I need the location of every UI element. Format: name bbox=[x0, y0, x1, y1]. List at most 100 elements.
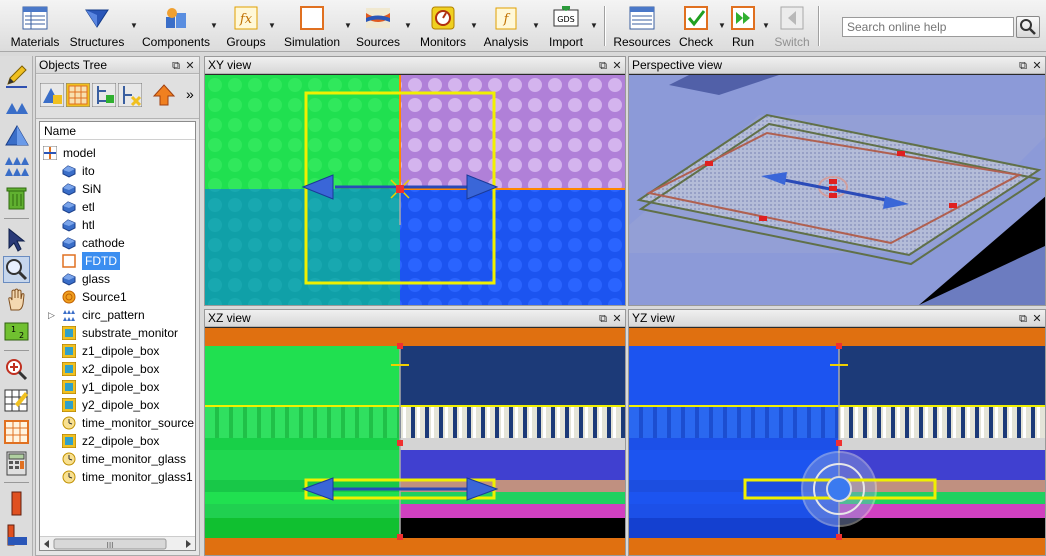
edit-pencil-icon[interactable] bbox=[3, 62, 30, 89]
horizontal-scrollbar[interactable]: III bbox=[40, 536, 195, 550]
float-button[interactable]: ⧉ bbox=[597, 58, 609, 74]
close-button[interactable]: ✕ bbox=[611, 311, 623, 327]
tree-item-htl[interactable]: htl bbox=[40, 216, 195, 234]
search-input[interactable] bbox=[842, 17, 1014, 37]
tree-item-z2-dipole-box[interactable]: z2_dipole_box bbox=[40, 432, 195, 450]
import-label: Import bbox=[548, 35, 583, 49]
svg-text:III: III bbox=[106, 541, 113, 550]
zoom-extent-icon[interactable] bbox=[3, 356, 30, 383]
resources-button[interactable]: Resources bbox=[613, 2, 671, 50]
groups-dropdown-arrow[interactable]: ▼ bbox=[268, 22, 276, 30]
components-dropdown-arrow[interactable]: ▼ bbox=[210, 22, 218, 30]
source-dipole-dot[interactable] bbox=[826, 476, 852, 502]
add-structure-icon[interactable] bbox=[40, 83, 64, 107]
ruler-icon[interactable]: 12 bbox=[3, 318, 30, 345]
close-button[interactable]: ✕ bbox=[1031, 311, 1043, 327]
trash-icon[interactable] bbox=[3, 184, 30, 211]
vertical-bar-icon[interactable] bbox=[3, 490, 30, 517]
tree-item-x2-dipole-box[interactable]: x2_dipole_box bbox=[40, 360, 195, 378]
analysis-dropdown-arrow[interactable]: ▼ bbox=[532, 22, 540, 30]
add-to-group-icon[interactable] bbox=[92, 83, 116, 107]
pyramid-array-icon[interactable] bbox=[3, 152, 30, 179]
handle-marker[interactable] bbox=[397, 440, 403, 446]
yz-canvas[interactable] bbox=[629, 328, 1046, 556]
group-icon[interactable] bbox=[66, 83, 90, 107]
tree-item-source1[interactable]: Source1 bbox=[40, 288, 195, 306]
xz-layer bbox=[400, 450, 625, 480]
tree-item-glass[interactable]: glass bbox=[40, 270, 195, 288]
check-dropdown-arrow[interactable]: ▼ bbox=[718, 22, 726, 30]
tree-item-cathode[interactable]: cathode bbox=[40, 234, 195, 252]
calculator-icon[interactable] bbox=[3, 450, 30, 477]
tree-column-header[interactable]: Name bbox=[40, 122, 195, 140]
tool-separator bbox=[4, 350, 29, 351]
tree-item-time-monitor-source[interactable]: time_monitor_source bbox=[40, 414, 195, 432]
sources-dropdown-arrow[interactable]: ▼ bbox=[404, 22, 412, 30]
pyramid-icon[interactable] bbox=[3, 122, 30, 149]
structures-dropdown-arrow[interactable]: ▼ bbox=[130, 22, 138, 30]
source-marker[interactable] bbox=[396, 185, 404, 193]
pan-hand-icon[interactable] bbox=[3, 286, 30, 313]
tree-item-y2-dipole-box[interactable]: y2_dipole_box bbox=[40, 396, 195, 414]
more-tools-chevron[interactable]: » bbox=[186, 86, 194, 102]
handle-marker[interactable] bbox=[836, 343, 842, 349]
close-button[interactable]: ✕ bbox=[184, 58, 196, 74]
monitor-icon bbox=[61, 361, 77, 377]
left-tool-column: 12 bbox=[0, 56, 33, 556]
expand-arrow-icon[interactable]: ▷ bbox=[48, 306, 55, 324]
simulation-button[interactable]: Simulation bbox=[284, 2, 340, 50]
tree-item-circ-pattern[interactable]: ▷ circ_pattern bbox=[40, 306, 195, 324]
zoom-tool[interactable] bbox=[3, 256, 30, 283]
search-button[interactable] bbox=[1016, 16, 1040, 38]
xz-layer bbox=[400, 518, 625, 538]
grid-edit-icon[interactable] bbox=[3, 386, 30, 413]
sources-button[interactable]: Sources bbox=[356, 2, 400, 50]
float-button[interactable]: ⧉ bbox=[597, 311, 609, 327]
monitors-dropdown-arrow[interactable]: ▼ bbox=[470, 22, 478, 30]
components-button[interactable]: Components bbox=[142, 2, 210, 50]
tree-item-etl[interactable]: etl bbox=[40, 198, 195, 216]
source-marker[interactable] bbox=[829, 193, 837, 198]
move-up-icon[interactable] bbox=[152, 83, 176, 107]
tree-item-z1-dipole-box[interactable]: z1_dipole_box bbox=[40, 342, 195, 360]
tree-item-time-monitor-glass1[interactable]: time_monitor_glass1 bbox=[40, 468, 195, 486]
xy-canvas[interactable] bbox=[205, 75, 625, 305]
small-pyramids-icon[interactable] bbox=[3, 92, 30, 119]
tree-item-time-monitor-glass[interactable]: time_monitor_glass bbox=[40, 450, 195, 468]
run-dropdown-arrow[interactable]: ▼ bbox=[762, 22, 770, 30]
check-button[interactable]: Check bbox=[678, 2, 714, 50]
run-button[interactable]: Run bbox=[728, 2, 758, 50]
tree-item-ito[interactable]: ito bbox=[40, 162, 195, 180]
import-button[interactable]: GDS Import bbox=[546, 2, 586, 50]
tree-item-substrate-monitor[interactable]: substrate_monitor bbox=[40, 324, 195, 342]
materials-button[interactable]: Materials bbox=[8, 2, 62, 50]
handle-marker[interactable] bbox=[836, 440, 842, 446]
handle-marker[interactable] bbox=[397, 343, 403, 349]
tree-item-fdtd[interactable]: FDTD bbox=[40, 252, 195, 270]
tree-item-model[interactable]: model bbox=[40, 144, 195, 162]
tree-item-y1-dipole-box[interactable]: y1_dipole_box bbox=[40, 378, 195, 396]
switch-button[interactable]: Switch bbox=[774, 2, 810, 50]
ungroup-icon[interactable] bbox=[118, 83, 142, 107]
float-button[interactable]: ⧉ bbox=[1017, 311, 1029, 327]
close-button[interactable]: ✕ bbox=[1031, 58, 1043, 74]
handle-marker[interactable] bbox=[397, 534, 403, 540]
perspective-canvas[interactable] bbox=[629, 75, 1046, 305]
source-marker[interactable] bbox=[829, 186, 837, 191]
import-dropdown-arrow[interactable]: ▼ bbox=[590, 22, 598, 30]
monitors-button[interactable]: Monitors bbox=[418, 2, 468, 50]
groups-button[interactable]: fx Groups bbox=[226, 2, 266, 50]
float-button[interactable]: ⧉ bbox=[170, 58, 182, 74]
grid-icon[interactable] bbox=[3, 418, 30, 445]
simulation-dropdown-arrow[interactable]: ▼ bbox=[344, 22, 352, 30]
structures-button[interactable]: Structures bbox=[68, 2, 126, 50]
select-arrow-icon[interactable] bbox=[3, 226, 30, 253]
analysis-button[interactable]: f Analysis bbox=[484, 2, 528, 50]
xz-canvas[interactable] bbox=[205, 328, 625, 556]
source-marker[interactable] bbox=[829, 179, 837, 184]
horizontal-bar-icon[interactable] bbox=[3, 522, 30, 549]
float-button[interactable]: ⧉ bbox=[1017, 58, 1029, 74]
close-button[interactable]: ✕ bbox=[611, 58, 623, 74]
handle-marker[interactable] bbox=[836, 534, 842, 540]
tree-item-sin[interactable]: SiN bbox=[40, 180, 195, 198]
